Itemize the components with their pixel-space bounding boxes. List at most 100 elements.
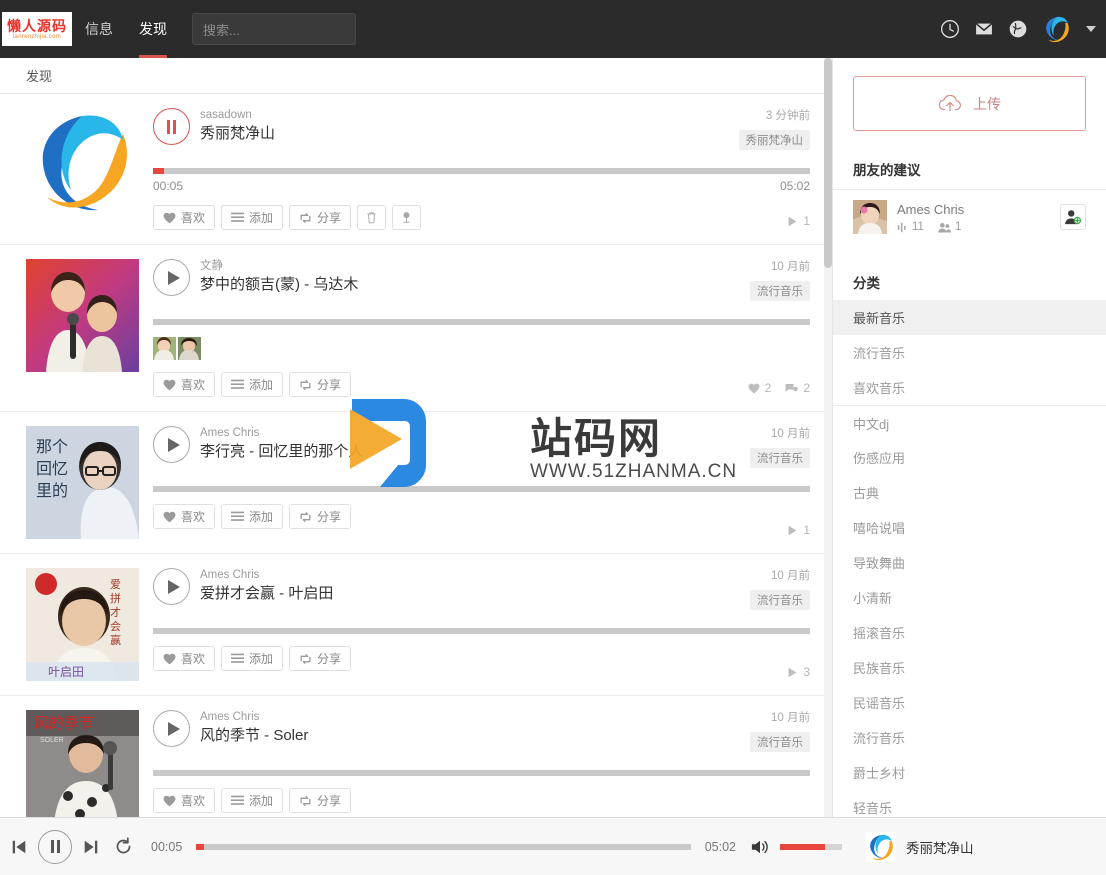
track-artist[interactable]: Ames Chris: [200, 426, 742, 441]
mic-button[interactable]: [392, 205, 422, 230]
globe-icon[interactable]: [1008, 19, 1028, 39]
play-button[interactable]: [153, 259, 190, 296]
track-title[interactable]: 风的季节 - Soler: [200, 725, 742, 747]
category-item-folk[interactable]: 民谣音乐: [833, 685, 1106, 720]
category-item-ethnic[interactable]: 民族音乐: [833, 650, 1106, 685]
site-logo[interactable]: 懒人源码 lanrenzhijia.com: [2, 12, 72, 46]
like-button[interactable]: 喜欢: [153, 504, 216, 529]
category-item-sad[interactable]: 伤感应用: [833, 440, 1106, 475]
track-title[interactable]: 李行亮 - 回忆里的那个人: [200, 441, 742, 463]
next-button[interactable]: [82, 838, 100, 856]
category-item-rock[interactable]: 摇滚音乐: [833, 615, 1106, 650]
liker-avatar[interactable]: [153, 337, 176, 360]
album-cover[interactable]: 叶启田 爱 拼 才 会 赢: [26, 568, 139, 681]
track-row[interactable]: sasadown 秀丽梵净山 3 分钟前 秀丽梵净山 00:05 05:02 喜…: [0, 94, 832, 245]
retweet-icon: [300, 379, 311, 390]
category-item-jazz-country[interactable]: 爵士乡村: [833, 755, 1106, 790]
album-cover[interactable]: [26, 259, 139, 372]
add-button[interactable]: 添加: [221, 504, 284, 529]
track-progress-bar[interactable]: [153, 628, 810, 634]
album-cover[interactable]: [26, 108, 139, 221]
category-item-classical[interactable]: 古典: [833, 475, 1106, 510]
add-label: 添加: [249, 378, 274, 392]
logo-primary-text: 懒人源码: [7, 17, 67, 34]
share-button[interactable]: 分享: [289, 788, 352, 813]
track-row[interactable]: 叶启田 爱 拼 才 会 赢 Ames Chris 爱拼才会赢 - 叶启田 10 …: [0, 554, 832, 696]
like-button[interactable]: 喜欢: [153, 646, 216, 671]
add-button[interactable]: 添加: [221, 788, 284, 813]
clock-icon[interactable]: [940, 19, 960, 39]
track-progress-bar[interactable]: [153, 770, 810, 776]
track-progress-bar[interactable]: [153, 319, 810, 325]
volume-icon[interactable]: [750, 838, 770, 856]
track-tag[interactable]: 流行音乐: [750, 590, 810, 610]
play-button[interactable]: [153, 710, 190, 747]
track-artist[interactable]: Ames Chris: [200, 568, 742, 583]
share-button[interactable]: 分享: [289, 646, 352, 671]
like-button[interactable]: 喜欢: [153, 788, 216, 813]
track-title[interactable]: 爱拼才会赢 - 叶启田: [200, 583, 742, 605]
track-title[interactable]: 梦中的额吉(蒙) - 乌达木: [200, 274, 742, 296]
volume-slider[interactable]: [780, 843, 842, 850]
track-artist[interactable]: 文静: [200, 259, 742, 274]
category-item-pop-2[interactable]: 流行音乐: [833, 720, 1106, 755]
album-cover[interactable]: 风的季节 SOLER: [26, 710, 139, 823]
category-item-pop[interactable]: 流行音乐: [833, 335, 1106, 370]
play-button[interactable]: [153, 426, 190, 463]
category-item-hiphop[interactable]: 嘻哈说唱: [833, 510, 1106, 545]
add-button[interactable]: 添加: [221, 646, 284, 671]
previous-button[interactable]: [10, 838, 28, 856]
now-playing[interactable]: 秀丽梵净山: [866, 831, 1106, 862]
category-item-chinese-dj[interactable]: 中文dj: [833, 405, 1106, 440]
track-row[interactable]: 文静 梦中的额吉(蒙) - 乌达木 10 月前 流行音乐 喜欢 添加 分享 2 …: [0, 245, 832, 412]
album-cover[interactable]: 那个 回忆 里的: [26, 426, 139, 539]
chevron-down-icon[interactable]: [1086, 26, 1096, 32]
delete-button[interactable]: [357, 205, 387, 230]
like-button[interactable]: 喜欢: [153, 372, 216, 397]
repeat-button[interactable]: [114, 837, 133, 856]
category-item-latest[interactable]: 最新音乐: [833, 300, 1106, 335]
friend-suggestion-row[interactable]: Ames Chris 11 1: [833, 189, 1106, 244]
player-seek-bar[interactable]: [196, 843, 691, 850]
play-pause-button[interactable]: [38, 829, 72, 864]
scrollbar-thumb[interactable]: [824, 58, 832, 268]
waveform-icon: [897, 222, 906, 232]
share-button[interactable]: 分享: [289, 504, 352, 529]
share-button[interactable]: 分享: [289, 372, 352, 397]
track-progress-bar[interactable]: [153, 168, 810, 174]
add-user-button[interactable]: [1060, 204, 1086, 230]
svg-text:里的: 里的: [36, 482, 68, 500]
track-row[interactable]: 那个 回忆 里的 Ames Chris 李行亮 - 回忆里的那个人 10 月前: [0, 412, 832, 554]
add-button[interactable]: 添加: [221, 372, 284, 397]
search-input[interactable]: 搜索...: [192, 13, 356, 45]
liker-avatar[interactable]: [178, 337, 201, 360]
nav-tab-discover[interactable]: 发现: [126, 0, 180, 58]
track-tag[interactable]: 流行音乐: [750, 448, 810, 468]
avatar[interactable]: [1042, 14, 1072, 44]
category-item-fresh[interactable]: 小清新: [833, 580, 1106, 615]
avatar[interactable]: [853, 200, 887, 234]
share-label: 分享: [317, 652, 342, 666]
share-button[interactable]: 分享: [289, 205, 352, 230]
category-item-favorites[interactable]: 喜欢音乐: [833, 370, 1106, 405]
track-tag[interactable]: 流行音乐: [750, 732, 810, 752]
track-tag[interactable]: 秀丽梵净山: [738, 130, 810, 150]
category-item-dance[interactable]: 导致舞曲: [833, 545, 1106, 580]
play-count-value: 1: [803, 214, 810, 228]
track-artist[interactable]: Ames Chris: [200, 710, 742, 725]
friend-name[interactable]: Ames Chris: [897, 201, 964, 219]
pause-button[interactable]: [153, 108, 190, 145]
upload-button[interactable]: 上传: [853, 76, 1086, 131]
like-button[interactable]: 喜欢: [153, 205, 216, 230]
add-button[interactable]: 添加: [221, 205, 284, 230]
track-progress-bar[interactable]: [153, 486, 810, 492]
track-title[interactable]: 秀丽梵净山: [200, 123, 731, 145]
mail-icon[interactable]: [974, 19, 994, 39]
track-tag[interactable]: 流行音乐: [750, 281, 810, 301]
scrollbar-track[interactable]: [824, 58, 832, 838]
play-button[interactable]: [153, 568, 190, 605]
nav-tab-messages[interactable]: 信息: [72, 0, 126, 58]
track-artist[interactable]: sasadown: [200, 108, 731, 123]
heart-icon: [163, 212, 176, 223]
track-current-time: 00:05: [153, 179, 184, 193]
